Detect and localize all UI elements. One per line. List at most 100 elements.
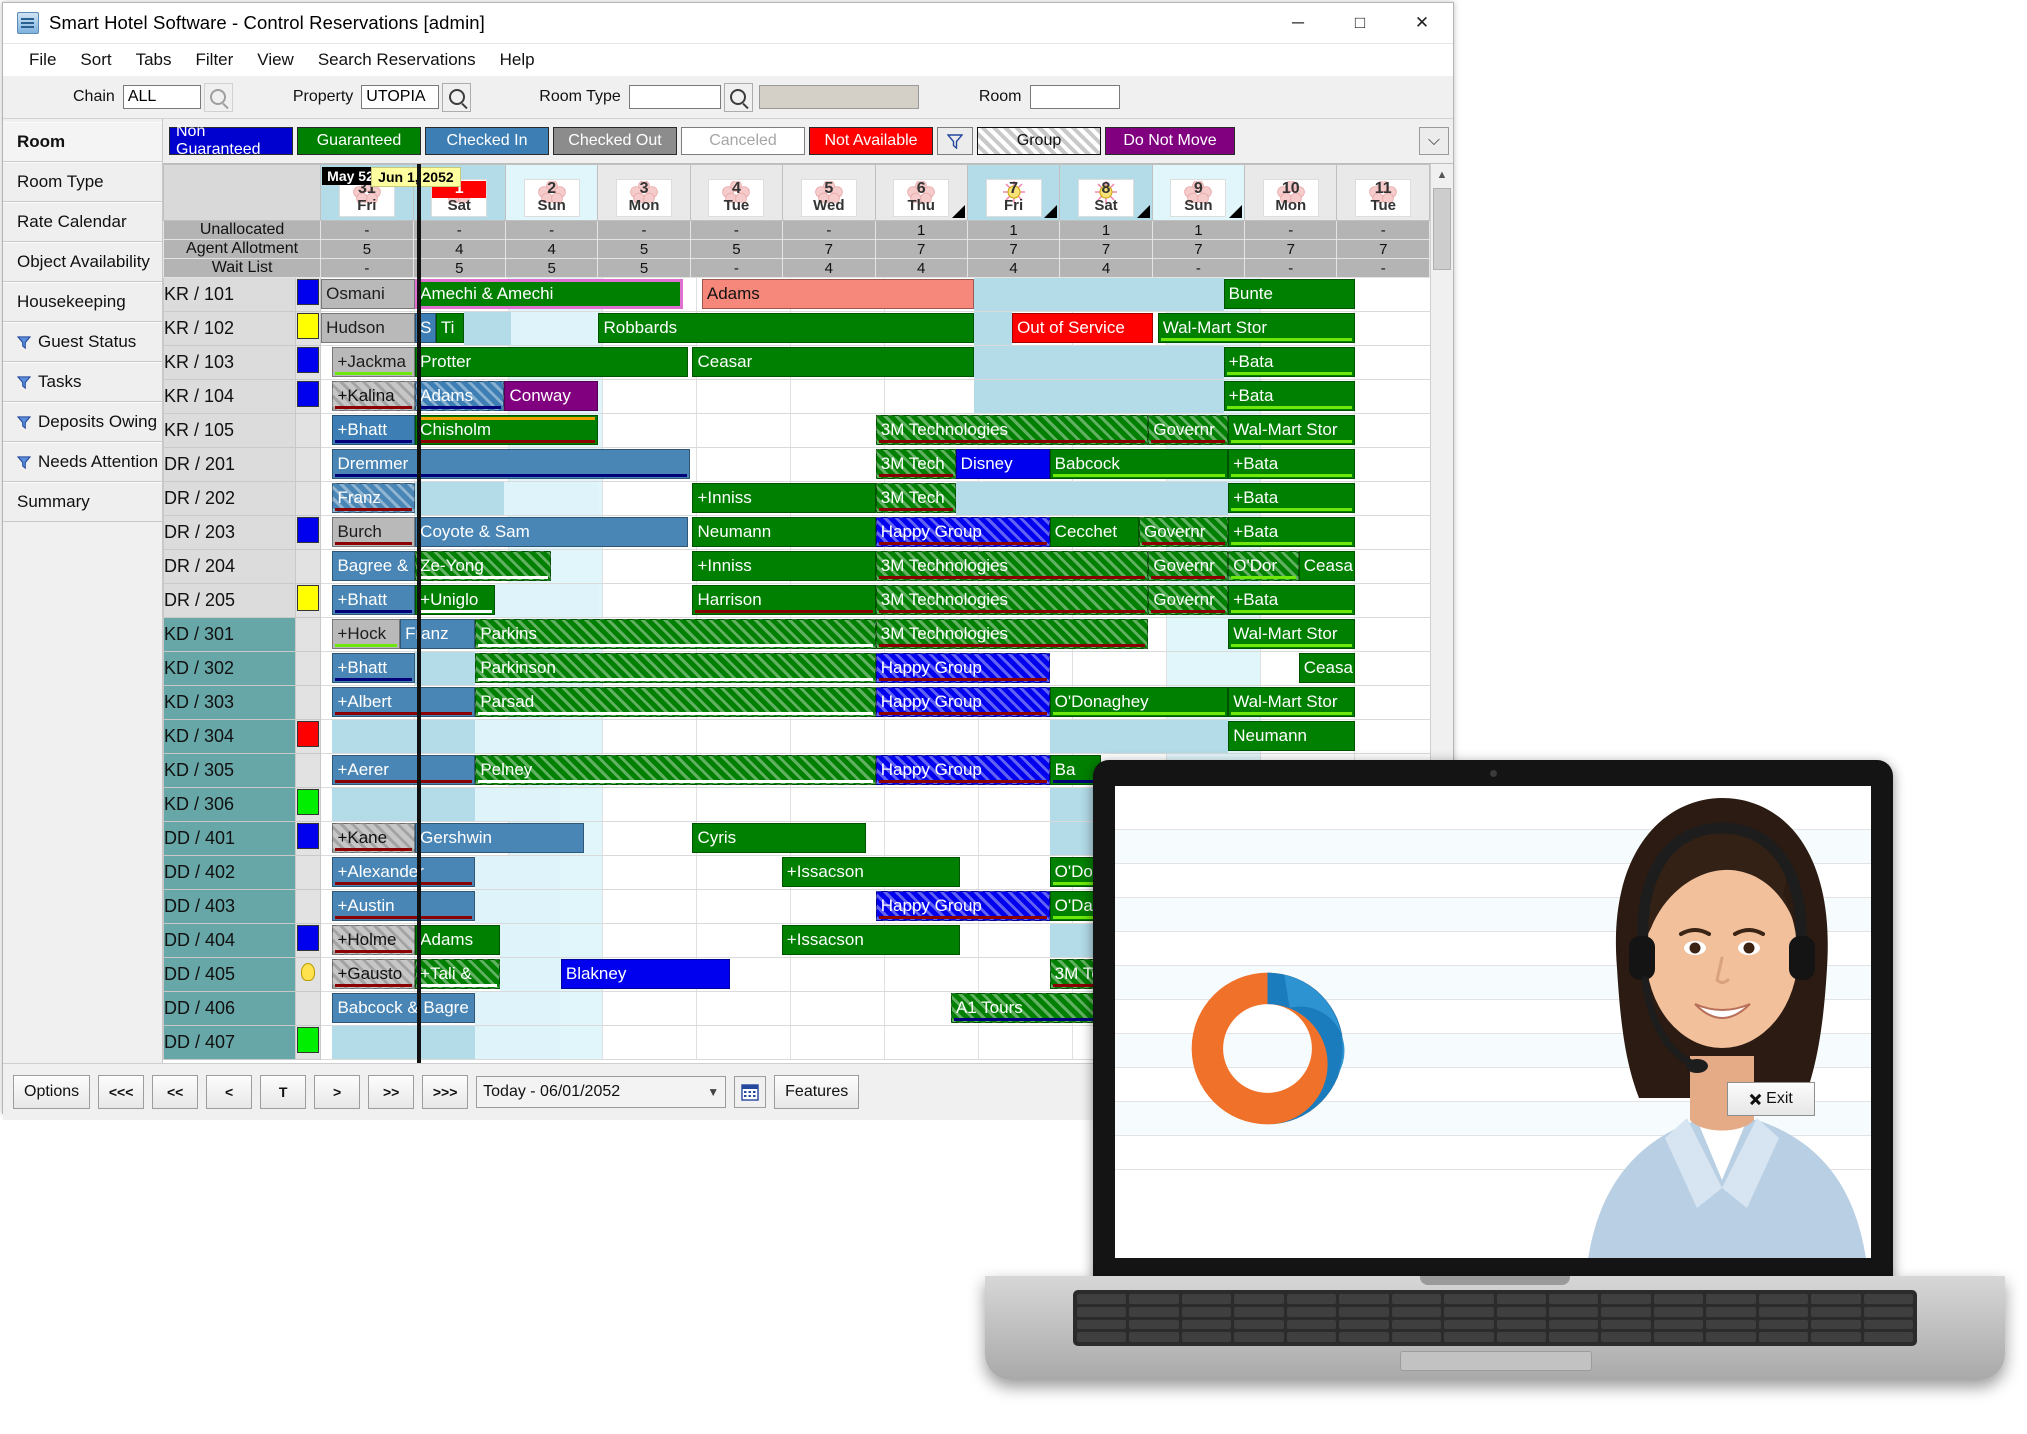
reservation-bar[interactable]: O'Donaghey xyxy=(1049,687,1229,717)
reservation-bar[interactable]: 3M Technologies xyxy=(875,619,1149,649)
legend-checked-out[interactable]: Checked Out xyxy=(553,127,677,155)
day-cell[interactable] xyxy=(697,992,792,1025)
day-cell[interactable] xyxy=(603,550,698,583)
day-cell[interactable] xyxy=(697,890,792,923)
reservation-bar[interactable]: S xyxy=(415,313,436,343)
reservation-bar[interactable]: +Gausto xyxy=(332,959,416,989)
menu-help[interactable]: Help xyxy=(488,47,547,73)
reservation-bar[interactable]: +Inniss xyxy=(692,483,876,513)
unavailable-block[interactable] xyxy=(415,1026,476,1059)
reservation-bar[interactable]: Ceasa xyxy=(1298,551,1356,581)
day-cell[interactable] xyxy=(1073,652,1168,685)
day-cell[interactable] xyxy=(603,924,698,957)
reservation-bar[interactable]: Parkins xyxy=(475,619,876,649)
unavailable-block[interactable] xyxy=(974,278,1224,311)
day-cell[interactable] xyxy=(1355,448,1430,481)
menu-tabs[interactable]: Tabs xyxy=(124,47,184,73)
room-timeline-cell[interactable]: +Kalina Adams Conway +Bata xyxy=(320,379,1430,414)
day-header-31[interactable]: May 52 Jun 1, 2052 31 Fri xyxy=(320,164,461,221)
reservation-bar[interactable]: 3M Technologies xyxy=(875,415,1149,445)
room-flag-cell[interactable] xyxy=(295,379,322,414)
room-flag-cell[interactable] xyxy=(295,923,322,958)
day-cell[interactable] xyxy=(697,414,792,447)
reservation-bar[interactable]: Robbards xyxy=(598,313,975,343)
room-type-search-button[interactable] xyxy=(723,82,753,112)
unavailable-block[interactable] xyxy=(464,312,512,345)
filter-funnel-icon[interactable] xyxy=(937,127,973,155)
reservation-bar[interactable]: Gershwin xyxy=(415,823,585,853)
room-timeline-cell[interactable]: Franz +Inniss 3M Tech +Bata xyxy=(320,481,1430,516)
room-flag-cell[interactable] xyxy=(295,277,322,312)
unavailable-block[interactable] xyxy=(415,788,476,821)
room-flag-cell[interactable] xyxy=(295,685,322,720)
nav-next-page-button[interactable]: >> xyxy=(368,1075,415,1109)
unavailable-block[interactable] xyxy=(332,1026,416,1059)
day-cell[interactable] xyxy=(603,720,698,753)
day-cell[interactable] xyxy=(1355,550,1430,583)
reservation-bar[interactable]: +Bata xyxy=(1223,347,1356,377)
table-row[interactable]: DR / 203 Burch Coyote & Sam Neumann Happy Gr… xyxy=(163,515,1430,550)
day-cell[interactable] xyxy=(1355,686,1430,719)
room-flag-cell[interactable] xyxy=(295,515,322,550)
reservation-bar[interactable]: +Albert xyxy=(332,687,476,717)
reservation-bar[interactable]: Parkinson xyxy=(475,653,876,683)
day-cell[interactable] xyxy=(697,1026,792,1059)
day-header-8[interactable]: 8 Sat xyxy=(1059,164,1153,221)
room-flag-cell[interactable] xyxy=(295,719,322,754)
reservation-bar[interactable]: Parsad xyxy=(475,687,876,717)
room-flag-cell[interactable] xyxy=(295,821,322,856)
reservation-bar[interactable]: +Bhatt xyxy=(332,585,416,615)
reservation-bar[interactable]: +Inniss xyxy=(692,551,876,581)
unavailable-block[interactable] xyxy=(504,482,599,515)
room-flag-cell[interactable] xyxy=(295,549,322,584)
unavailable-block[interactable] xyxy=(475,992,560,1025)
day-header-7[interactable]: 7 Fri xyxy=(966,164,1061,221)
day-cell[interactable] xyxy=(791,992,886,1025)
room-flag-cell[interactable] xyxy=(295,617,322,652)
reservation-bar[interactable]: Osmani xyxy=(321,279,416,309)
features-button[interactable]: Features xyxy=(774,1075,860,1109)
room-flag-cell[interactable] xyxy=(295,1025,322,1060)
table-row[interactable]: KR / 102 Hudson S Ti Robbards Out of Service W… xyxy=(163,311,1430,346)
reservation-bar[interactable]: +Bata xyxy=(1228,483,1356,513)
reservation-bar[interactable]: Adams xyxy=(415,381,505,411)
legend-overflow-button[interactable]: ⌵ xyxy=(1419,127,1449,155)
reservation-bar[interactable]: +Alexander xyxy=(332,857,476,887)
reservation-bar[interactable]: 3M Tech xyxy=(875,449,956,479)
sidebar-item-deposits-owing[interactable]: Deposits Owing xyxy=(3,402,162,442)
room-timeline-cell[interactable]: +Bhatt Chisholm 3M Technologies Governr Wal-… xyxy=(320,413,1430,448)
day-cell[interactable] xyxy=(1355,312,1430,345)
legend-checked-in[interactable]: Checked In xyxy=(425,127,549,155)
reservation-bar[interactable]: Franz xyxy=(332,483,416,513)
sidebar-item-rate-calendar[interactable]: Rate Calendar xyxy=(3,202,162,242)
reservation-bar[interactable]: Babcock xyxy=(1049,449,1229,479)
day-cell[interactable] xyxy=(1355,618,1430,651)
reservation-bar[interactable]: Ti xyxy=(435,313,465,343)
room-flag-cell[interactable] xyxy=(295,413,322,448)
room-flag-cell[interactable] xyxy=(295,855,322,890)
reservation-bar[interactable]: Franz xyxy=(400,619,476,649)
table-row[interactable]: KD / 301 +Hock Franz Parkins 3M Technologies… xyxy=(163,617,1430,652)
day-cell[interactable] xyxy=(885,958,980,991)
reservation-bar[interactable]: +Holme xyxy=(332,925,416,955)
reservation-bar[interactable]: 3M Technologies xyxy=(875,585,1149,615)
day-cell[interactable] xyxy=(603,380,698,413)
reservation-bar[interactable]: Cecchet xyxy=(1049,517,1139,547)
nav-prev-page-button[interactable]: << xyxy=(152,1075,199,1109)
menu-search-reservations[interactable]: Search Reservations xyxy=(306,47,488,73)
reservation-bar[interactable]: Conway xyxy=(504,381,599,411)
unavailable-block[interactable] xyxy=(511,312,596,345)
reservation-bar[interactable]: Disney xyxy=(955,449,1050,479)
day-cell[interactable] xyxy=(885,788,980,821)
table-row[interactable]: DR / 205 +Bhatt +Uniglo Harrison 3M Technolo… xyxy=(163,583,1430,618)
day-cell[interactable] xyxy=(885,720,980,753)
scrollbar-thumb[interactable] xyxy=(1433,188,1451,270)
unavailable-block[interactable] xyxy=(475,856,560,889)
reservation-bar[interactable]: +Bhatt xyxy=(332,415,416,445)
day-cell[interactable] xyxy=(603,414,698,447)
room-timeline-cell[interactable]: Bagree & Ze-Yong +Inniss 3M Technologies Gov… xyxy=(320,549,1430,584)
unavailable-block[interactable] xyxy=(415,652,476,685)
room-flag-cell[interactable] xyxy=(295,889,322,924)
reservation-bar[interactable]: Bunte xyxy=(1223,279,1356,309)
day-cell[interactable] xyxy=(791,1026,886,1059)
